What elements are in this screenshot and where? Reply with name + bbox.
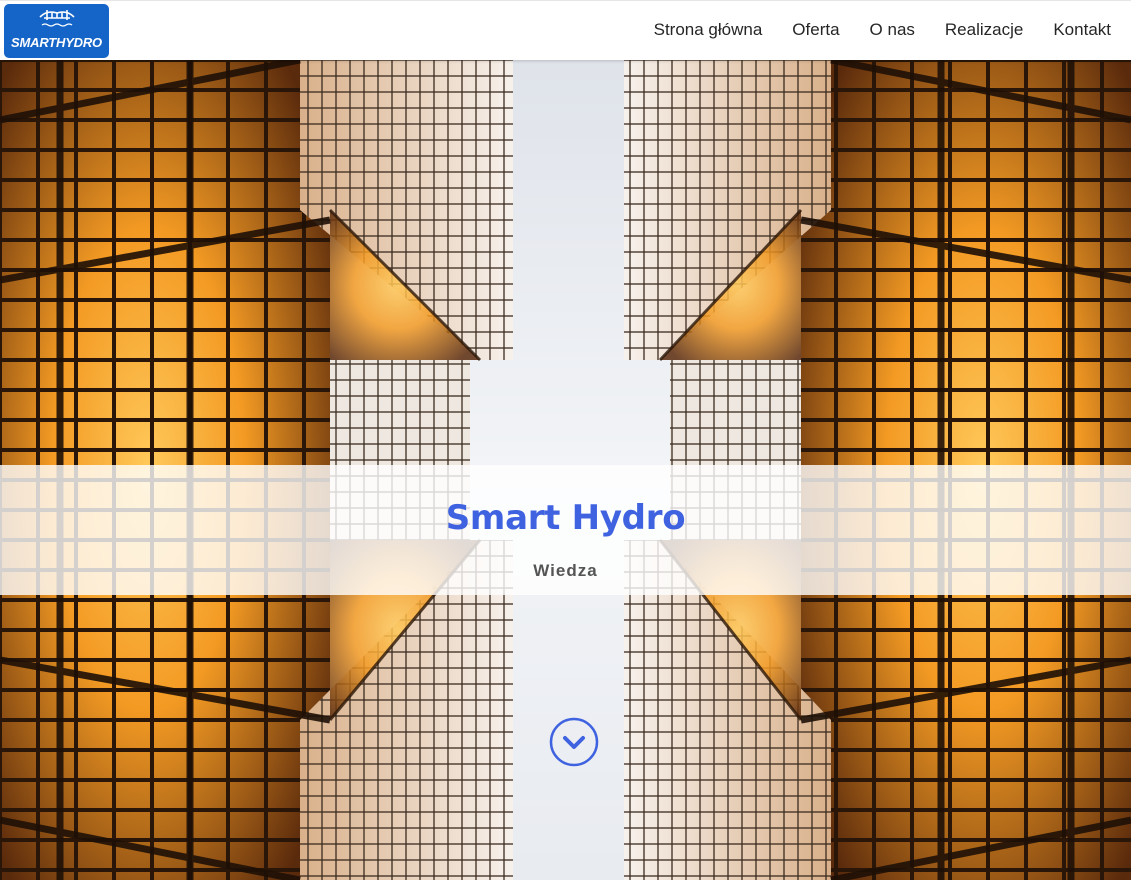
hero-title-band: Smart Hydro Wiedza	[0, 465, 1131, 595]
hero-subtitle: Wiedza	[533, 561, 598, 580]
scroll-down-button[interactable]	[549, 717, 599, 767]
nav-item-kontakt[interactable]: Kontakt	[1053, 20, 1111, 40]
logo-text: SMARTHYDRO	[11, 35, 102, 50]
nav-item-strona-glowna[interactable]: Strona główna	[654, 20, 763, 40]
nav-item-realizacje[interactable]: Realizacje	[945, 20, 1023, 40]
hero-section: Smart Hydro Wiedza	[0, 60, 1131, 880]
nav-item-o-nas[interactable]: O nas	[870, 20, 915, 40]
main-nav: Strona główna Oferta O nas Realizacje Ko…	[654, 1, 1111, 59]
chevron-down-circle-icon	[549, 717, 599, 767]
nav-item-oferta[interactable]: Oferta	[792, 20, 839, 40]
logo[interactable]: SMARTHYDRO	[4, 4, 109, 58]
hero-title: Smart Hydro	[445, 498, 686, 538]
navbar: SMARTHYDRO Strona główna Oferta O nas Re…	[0, 0, 1131, 60]
